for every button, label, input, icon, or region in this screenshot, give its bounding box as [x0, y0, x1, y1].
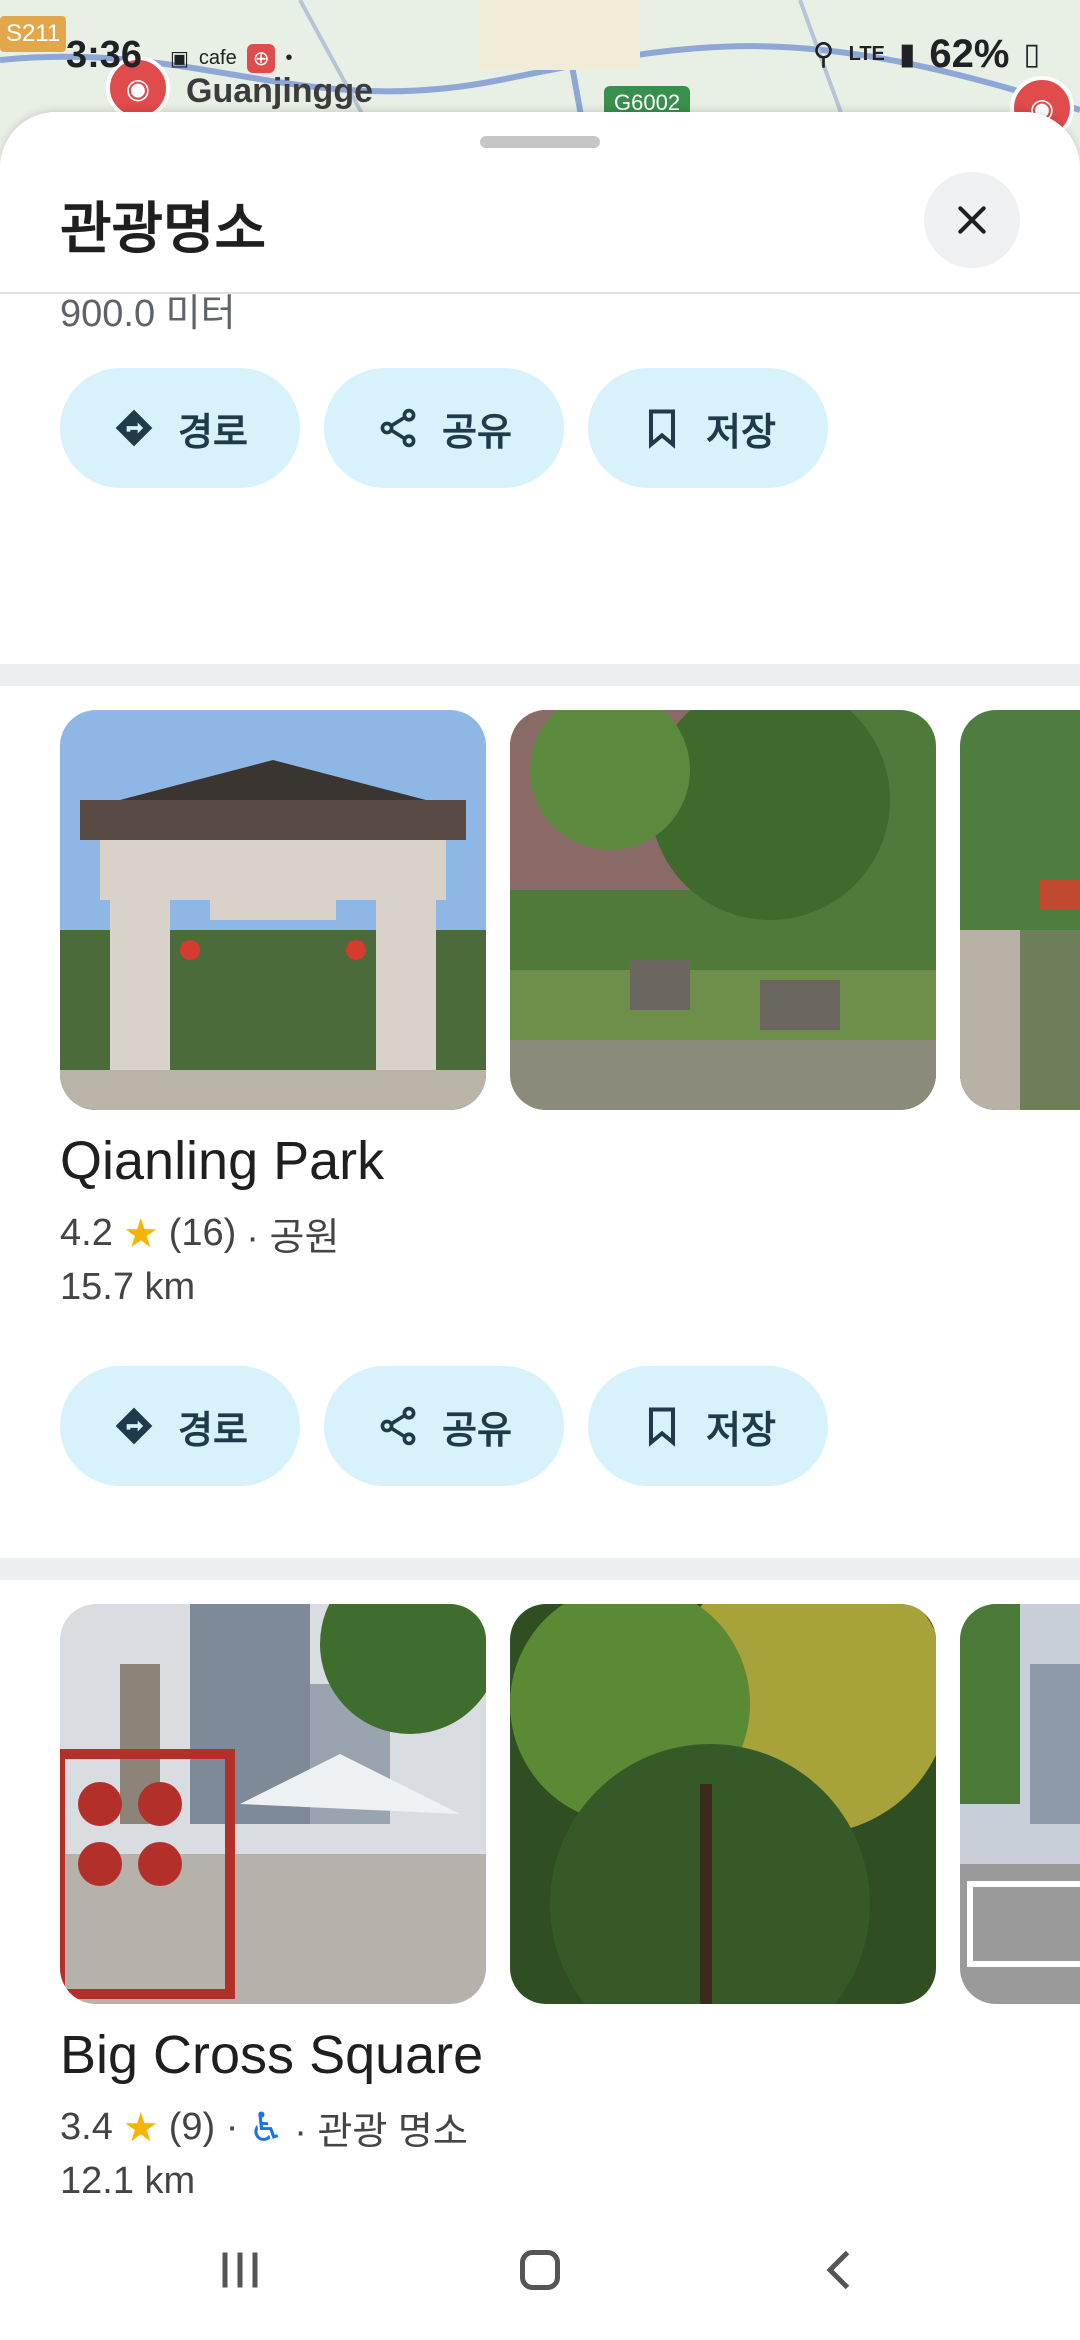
rating-row: 3.4 ★ (9) · ♿ · 관광 명소 [60, 2100, 468, 2155]
review-count: (9) · [168, 2106, 239, 2148]
place-category: · 관광 명소 [294, 2111, 468, 2153]
directions-icon [115, 1407, 153, 1445]
close-button[interactable] [924, 172, 1020, 268]
sheet-title: 관광명소 [60, 197, 267, 260]
place-distance: 15.7 km [60, 1266, 196, 1308]
action-row: 경로 공유 저장 [60, 1366, 828, 1486]
directions-button[interactable]: 경로 [60, 368, 300, 488]
app-notification-icon: ⊕ [246, 44, 276, 73]
recent-apps-button[interactable] [200, 2230, 280, 2310]
system-nav-bar [0, 2200, 1080, 2340]
back-button[interactable] [800, 2230, 880, 2310]
section-divider [0, 1558, 1080, 1580]
back-icon [826, 2250, 850, 2290]
image-icon: ▣ [170, 48, 189, 70]
place-category: · 공원 [246, 1217, 340, 1259]
share-button[interactable]: 공유 [324, 1366, 564, 1486]
battery-icon: ▯ [1023, 38, 1040, 71]
save-label: 저장 [706, 411, 776, 454]
wheelchair-icon: ♿ [248, 2105, 285, 2150]
photo-carousel[interactable] [60, 710, 1080, 1110]
rating-value: 3.4 [60, 2106, 113, 2148]
place-photo[interactable] [60, 1604, 486, 2004]
review-count: (16) [168, 1212, 237, 1254]
directions-label: 경로 [178, 411, 248, 454]
star-icon: ★ [122, 1211, 159, 1256]
directions-label: 경로 [178, 1409, 248, 1452]
drag-handle[interactable] [480, 136, 600, 148]
garden-photo [510, 710, 936, 1110]
bottom-sheet: 관광명소 900.0 미터 경로 공유 저장 Qianling Park 4.2… [0, 112, 1080, 2220]
sheet-header: 관광명소 [0, 112, 1080, 294]
section-divider [0, 664, 1080, 686]
place-name[interactable]: Qianling Park [60, 1130, 384, 1192]
directions-icon [115, 409, 153, 447]
place-photo[interactable] [960, 1604, 1080, 2004]
recent-apps-icon [222, 2252, 258, 2288]
bookmark-icon [649, 1407, 676, 1447]
status-right: ⚲ LTE ▮ 62% ▯ [813, 32, 1040, 77]
trees-photo [510, 1604, 936, 2004]
share-button[interactable]: 공유 [324, 368, 564, 488]
signal-icon: ▮ [898, 38, 916, 71]
save-button[interactable]: 저장 [588, 1366, 828, 1486]
place-photo[interactable] [510, 1604, 936, 2004]
share-label: 공유 [442, 1409, 512, 1452]
gate-photo [60, 710, 486, 1110]
lake-photo [960, 710, 1080, 1110]
action-row: 경로 공유 저장 [60, 368, 828, 488]
battery-percent: 62% [929, 32, 1010, 76]
star-icon: ★ [122, 2105, 159, 2150]
place-photo[interactable] [60, 710, 486, 1110]
status-time: 3:36 [66, 34, 143, 76]
home-icon [520, 2250, 560, 2290]
directions-button[interactable]: 경로 [60, 1366, 300, 1486]
share-label: 공유 [442, 411, 512, 454]
place-photo[interactable] [510, 710, 936, 1110]
bookmark-icon [649, 409, 676, 449]
cafe-label: cafe [198, 47, 237, 69]
rating-value: 4.2 [60, 1212, 113, 1254]
dot-icon: • [285, 47, 293, 69]
status-bar: 3:36 ▣ cafe ⊕ • ⚲ LTE ▮ 62% ▯ [0, 0, 1080, 110]
share-icon [380, 408, 416, 448]
place-photo[interactable] [960, 710, 1080, 1110]
home-button[interactable] [500, 2230, 580, 2310]
rating-row: 4.2 ★ (16) · 공원 [60, 1206, 339, 1261]
save-button[interactable]: 저장 [588, 368, 828, 488]
location-icon: ⚲ [812, 38, 835, 71]
street-photo [960, 1604, 1080, 2004]
status-notifications: ▣ cafe ⊕ • [170, 44, 293, 73]
share-icon [380, 1406, 416, 1446]
close-icon [958, 206, 986, 234]
photo-carousel[interactable] [60, 1604, 1080, 2004]
save-label: 저장 [706, 1409, 776, 1452]
place-distance: 12.1 km [60, 2160, 196, 2202]
square-photo [60, 1604, 486, 2004]
place-name[interactable]: Big Cross Square [60, 2024, 483, 2086]
network-label: LTE [848, 43, 885, 65]
